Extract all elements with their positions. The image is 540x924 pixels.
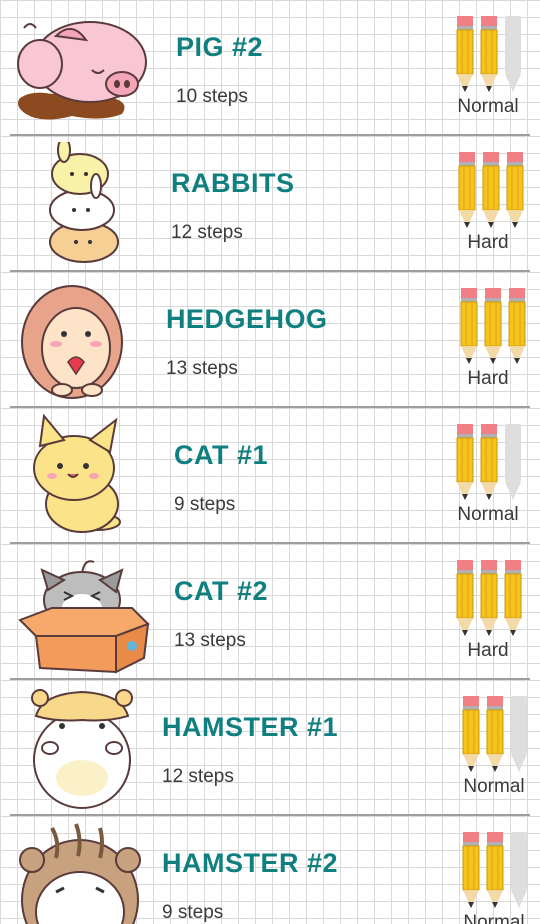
difficulty-rating: Hard <box>446 152 530 258</box>
pencil-inactive-icon <box>510 696 528 772</box>
difficulty-rating: Normal <box>446 424 530 530</box>
drawing-item-hamster-1[interactable]: HAMSTER #1 12 steps Normal <box>0 680 540 816</box>
pencil-rating <box>454 424 530 500</box>
pencil-icon <box>456 16 474 92</box>
difficulty-rating: Normal <box>446 16 530 122</box>
drawing-item-hedgehog[interactable]: HEDGEHOG 13 steps Hard <box>0 272 540 408</box>
drawing-steps: 9 steps <box>174 494 236 515</box>
drawing-title: RABBITS <box>171 168 295 198</box>
pencil-icon <box>506 152 524 228</box>
drawing-item-cat-1[interactable]: CAT #1 9 steps Normal <box>0 408 540 544</box>
difficulty-label: Normal <box>463 912 525 924</box>
difficulty-label: Hard <box>467 368 509 389</box>
pencil-icon <box>508 288 526 364</box>
hamster-icon <box>12 686 152 810</box>
pencil-icon <box>486 696 504 772</box>
pencil-rating <box>454 152 530 228</box>
drawing-title: HAMSTER #2 <box>162 848 339 878</box>
pencil-rating <box>454 832 530 908</box>
pencil-icon <box>456 424 474 500</box>
drawing-list: PIG #2 10 steps Normal RABBITS 12 steps … <box>0 0 540 924</box>
pencil-inactive-icon <box>504 424 522 500</box>
difficulty-rating: Normal <box>446 696 530 802</box>
difficulty-rating: Normal <box>446 832 530 924</box>
drawing-title: HEDGEHOG <box>166 304 328 334</box>
pencil-icon <box>486 832 504 908</box>
difficulty-rating: Hard <box>446 288 530 394</box>
difficulty-label: Normal <box>457 504 519 525</box>
pencil-rating <box>454 288 530 364</box>
pencil-icon <box>504 560 522 636</box>
hamster-icon <box>12 822 152 924</box>
difficulty-label: Hard <box>467 640 509 661</box>
pencil-icon <box>462 696 480 772</box>
drawing-title: HAMSTER #1 <box>162 712 339 742</box>
drawing-steps: 12 steps <box>171 222 243 243</box>
pencil-inactive-icon <box>504 16 522 92</box>
pencil-icon <box>482 152 500 228</box>
pig-icon <box>12 6 152 130</box>
pencil-icon <box>480 560 498 636</box>
drawing-steps: 12 steps <box>162 766 234 787</box>
pencil-icon <box>484 288 502 364</box>
cat-in-box-icon <box>12 550 152 674</box>
drawing-title: CAT #1 <box>174 440 269 470</box>
drawing-title: CAT #2 <box>174 576 269 606</box>
pencil-icon <box>458 152 476 228</box>
pencil-icon <box>480 424 498 500</box>
cat-icon <box>12 414 152 538</box>
pencil-icon <box>456 560 474 636</box>
pencil-icon <box>462 832 480 908</box>
drawing-steps: 9 steps <box>162 902 224 923</box>
pencil-icon <box>460 288 478 364</box>
drawing-steps: 13 steps <box>174 630 246 651</box>
pencil-icon <box>480 16 498 92</box>
difficulty-rating: Hard <box>446 560 530 666</box>
drawing-item-rabbits[interactable]: RABBITS 12 steps Hard <box>0 136 540 272</box>
drawing-item-hamster-2[interactable]: HAMSTER #2 9 steps Normal <box>0 816 540 924</box>
drawing-title: PIG #2 <box>176 32 264 62</box>
pencil-inactive-icon <box>510 832 528 908</box>
pencil-rating <box>454 696 530 772</box>
drawing-steps: 10 steps <box>176 86 248 107</box>
difficulty-label: Hard <box>467 232 509 253</box>
pencil-rating <box>454 560 530 636</box>
difficulty-label: Normal <box>457 96 519 117</box>
rabbits-icon <box>12 142 152 266</box>
difficulty-label: Normal <box>463 776 525 797</box>
drawing-item-cat-2[interactable]: CAT #2 13 steps Hard <box>0 544 540 680</box>
drawing-steps: 13 steps <box>166 358 238 379</box>
hedgehog-icon <box>12 278 152 402</box>
pencil-rating <box>454 16 530 92</box>
drawing-item-pig-2[interactable]: PIG #2 10 steps Normal <box>0 0 540 136</box>
